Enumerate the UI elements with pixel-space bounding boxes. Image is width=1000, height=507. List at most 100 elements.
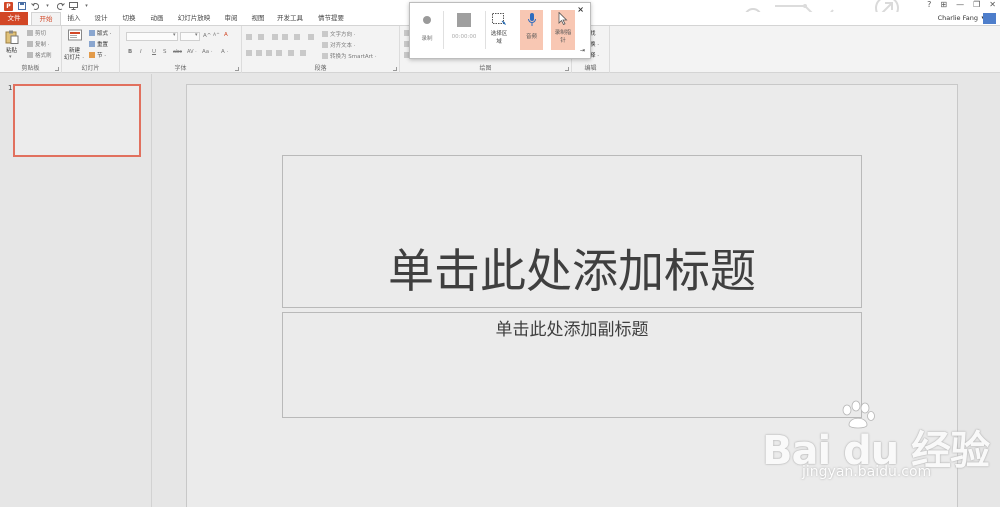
clear-formatting-button[interactable]: A [224, 32, 228, 38]
text-direction-icon [322, 31, 328, 37]
cut-button[interactable]: 剪切 [35, 29, 46, 37]
tab-developer[interactable]: 开发工具 [273, 12, 307, 25]
tab-view[interactable]: 视图 [246, 12, 270, 25]
strikethrough-button[interactable]: abc [173, 49, 182, 55]
divider [485, 11, 486, 49]
align-text-button[interactable]: 对齐文本 · [330, 41, 356, 49]
stop-button[interactable]: 00:00:00 [447, 10, 481, 50]
tab-home[interactable]: 开始 [31, 12, 61, 25]
paragraph-launcher-icon[interactable] [393, 67, 397, 71]
line-spacing-icon[interactable] [294, 34, 300, 40]
section-button[interactable]: 节 · [97, 51, 106, 59]
tab-transitions[interactable]: 切换 [116, 12, 142, 25]
copy-button[interactable]: 复制 · [35, 40, 50, 48]
audio-toggle-button[interactable]: 音频 [520, 10, 543, 50]
avatar[interactable] [983, 13, 996, 24]
format-painter-button[interactable]: 格式刷 [35, 51, 52, 59]
quick-access-toolbar: P ▾ ▾ [4, 1, 95, 11]
font-group-label: 字体 [174, 65, 187, 72]
align-right-icon[interactable] [266, 50, 272, 56]
title-placeholder-text: 单击此处添加标题 [388, 244, 756, 298]
slides-group: 新建 幻灯片 · 版式 · 重置 节 · 幻灯片 [62, 26, 120, 73]
account-name[interactable]: Charlie Fang [938, 14, 978, 22]
shadow-button[interactable]: S [163, 49, 167, 55]
record-label: 录制 [421, 36, 433, 42]
numbering-icon[interactable] [258, 34, 264, 40]
convert-smartart-button[interactable]: 转换为 SmartArt · [330, 52, 377, 60]
justify-icon[interactable] [276, 50, 282, 56]
align-center-icon[interactable] [256, 50, 262, 56]
close-window-button[interactable]: ✕ [989, 0, 996, 9]
window-controls: ? ⊞ — ❐ ✕ [927, 0, 996, 9]
tab-animations[interactable]: 动画 [144, 12, 170, 25]
tab-design[interactable]: 设计 [88, 12, 114, 25]
paste-button[interactable]: 粘贴 [6, 46, 17, 54]
distributed-icon[interactable] [288, 50, 294, 56]
select-area-button[interactable]: 选择区 域 [487, 10, 511, 50]
record-button[interactable]: 录制 [416, 10, 438, 50]
minimize-button[interactable]: — [956, 0, 964, 9]
customize-qat-icon[interactable]: ▾ [82, 2, 91, 11]
layout-button[interactable]: 版式 · [97, 29, 112, 37]
subtitle-placeholder-text: 单击此处添加副标题 [495, 320, 649, 340]
reset-button[interactable]: 重置 [97, 40, 108, 48]
text-direction-button[interactable]: 文字方向 · [330, 30, 356, 38]
grow-font-button[interactable]: A^ [203, 33, 211, 39]
font-color-button[interactable]: A · [221, 49, 228, 55]
watermark-url: jingyan.baidu.com [802, 464, 932, 480]
record-pointer-label-line2: 针 [560, 38, 566, 44]
record-icon [423, 16, 431, 24]
bullets-icon[interactable] [246, 34, 252, 40]
restore-button[interactable]: ❐ [973, 0, 980, 9]
clipboard-launcher-icon[interactable] [55, 67, 59, 71]
select-button[interactable]: 择 · [590, 51, 599, 59]
character-spacing-button[interactable]: AV · [187, 49, 197, 55]
paste-dropdown-icon[interactable]: ▾ [9, 54, 12, 60]
decrease-indent-icon[interactable] [272, 34, 278, 40]
select-area-label-line1: 选择区 [490, 31, 508, 37]
record-pointer-toggle-button[interactable]: 录制指 针 [551, 10, 575, 50]
slide-thumbnail[interactable] [13, 84, 141, 157]
change-case-button[interactable]: Aa · [202, 49, 213, 55]
align-left-icon[interactable] [246, 50, 252, 56]
slides-group-label: 幻灯片 [81, 65, 100, 72]
tab-file[interactable]: 文件 [0, 12, 28, 25]
underline-button[interactable]: U [152, 49, 156, 55]
tab-insert[interactable]: 插入 [62, 12, 86, 25]
start-from-beginning-icon[interactable] [69, 2, 78, 11]
bold-button[interactable]: B [128, 49, 132, 55]
paragraph-group: 文字方向 · 对齐文本 · 转换为 SmartArt · 段落 [242, 26, 400, 73]
font-name-select[interactable] [126, 32, 178, 41]
new-slide-dropdown[interactable]: 幻灯片 · [64, 53, 84, 61]
tab-slide-show[interactable]: 幻灯片放映 [173, 12, 215, 25]
column-icon[interactable] [300, 50, 306, 56]
tab-review[interactable]: 审阅 [219, 12, 243, 25]
shrink-font-button[interactable]: A^ [213, 33, 220, 38]
undo-dropdown-icon[interactable]: ▾ [43, 2, 52, 11]
close-recording-button[interactable]: × [577, 5, 584, 14]
title-placeholder[interactable]: 单击此处添加标题 [282, 155, 862, 308]
font-launcher-icon[interactable] [235, 67, 239, 71]
columns-icon[interactable] [308, 34, 314, 40]
divider [443, 11, 444, 49]
audio-label: 音频 [525, 34, 537, 40]
undo-icon[interactable] [30, 2, 39, 11]
layout-icon [89, 30, 95, 36]
save-icon[interactable] [17, 2, 26, 11]
increase-indent-icon[interactable] [282, 34, 288, 40]
vertical-scrollbar[interactable] [990, 74, 1000, 507]
drawing-launcher-icon[interactable] [565, 67, 569, 71]
replace-button[interactable]: 换 · [590, 40, 599, 48]
italic-button[interactable]: I [140, 49, 142, 55]
help-button[interactable]: ? [927, 0, 931, 9]
font-name-dropdown-icon[interactable]: ▾ [173, 32, 176, 38]
tab-storyboarding[interactable]: 情节提要 [311, 12, 351, 25]
new-slide-icon[interactable] [68, 29, 82, 43]
ribbon-display-options-button[interactable]: ⊞ [940, 0, 947, 9]
redo-icon[interactable] [56, 2, 65, 11]
font-size-dropdown-icon[interactable]: ▾ [195, 32, 198, 38]
paragraph-group-label: 段落 [314, 65, 327, 72]
select-area-label-line2: 域 [496, 39, 502, 45]
pin-icon[interactable]: ⇥ [580, 47, 585, 54]
paste-icon[interactable] [5, 30, 19, 44]
